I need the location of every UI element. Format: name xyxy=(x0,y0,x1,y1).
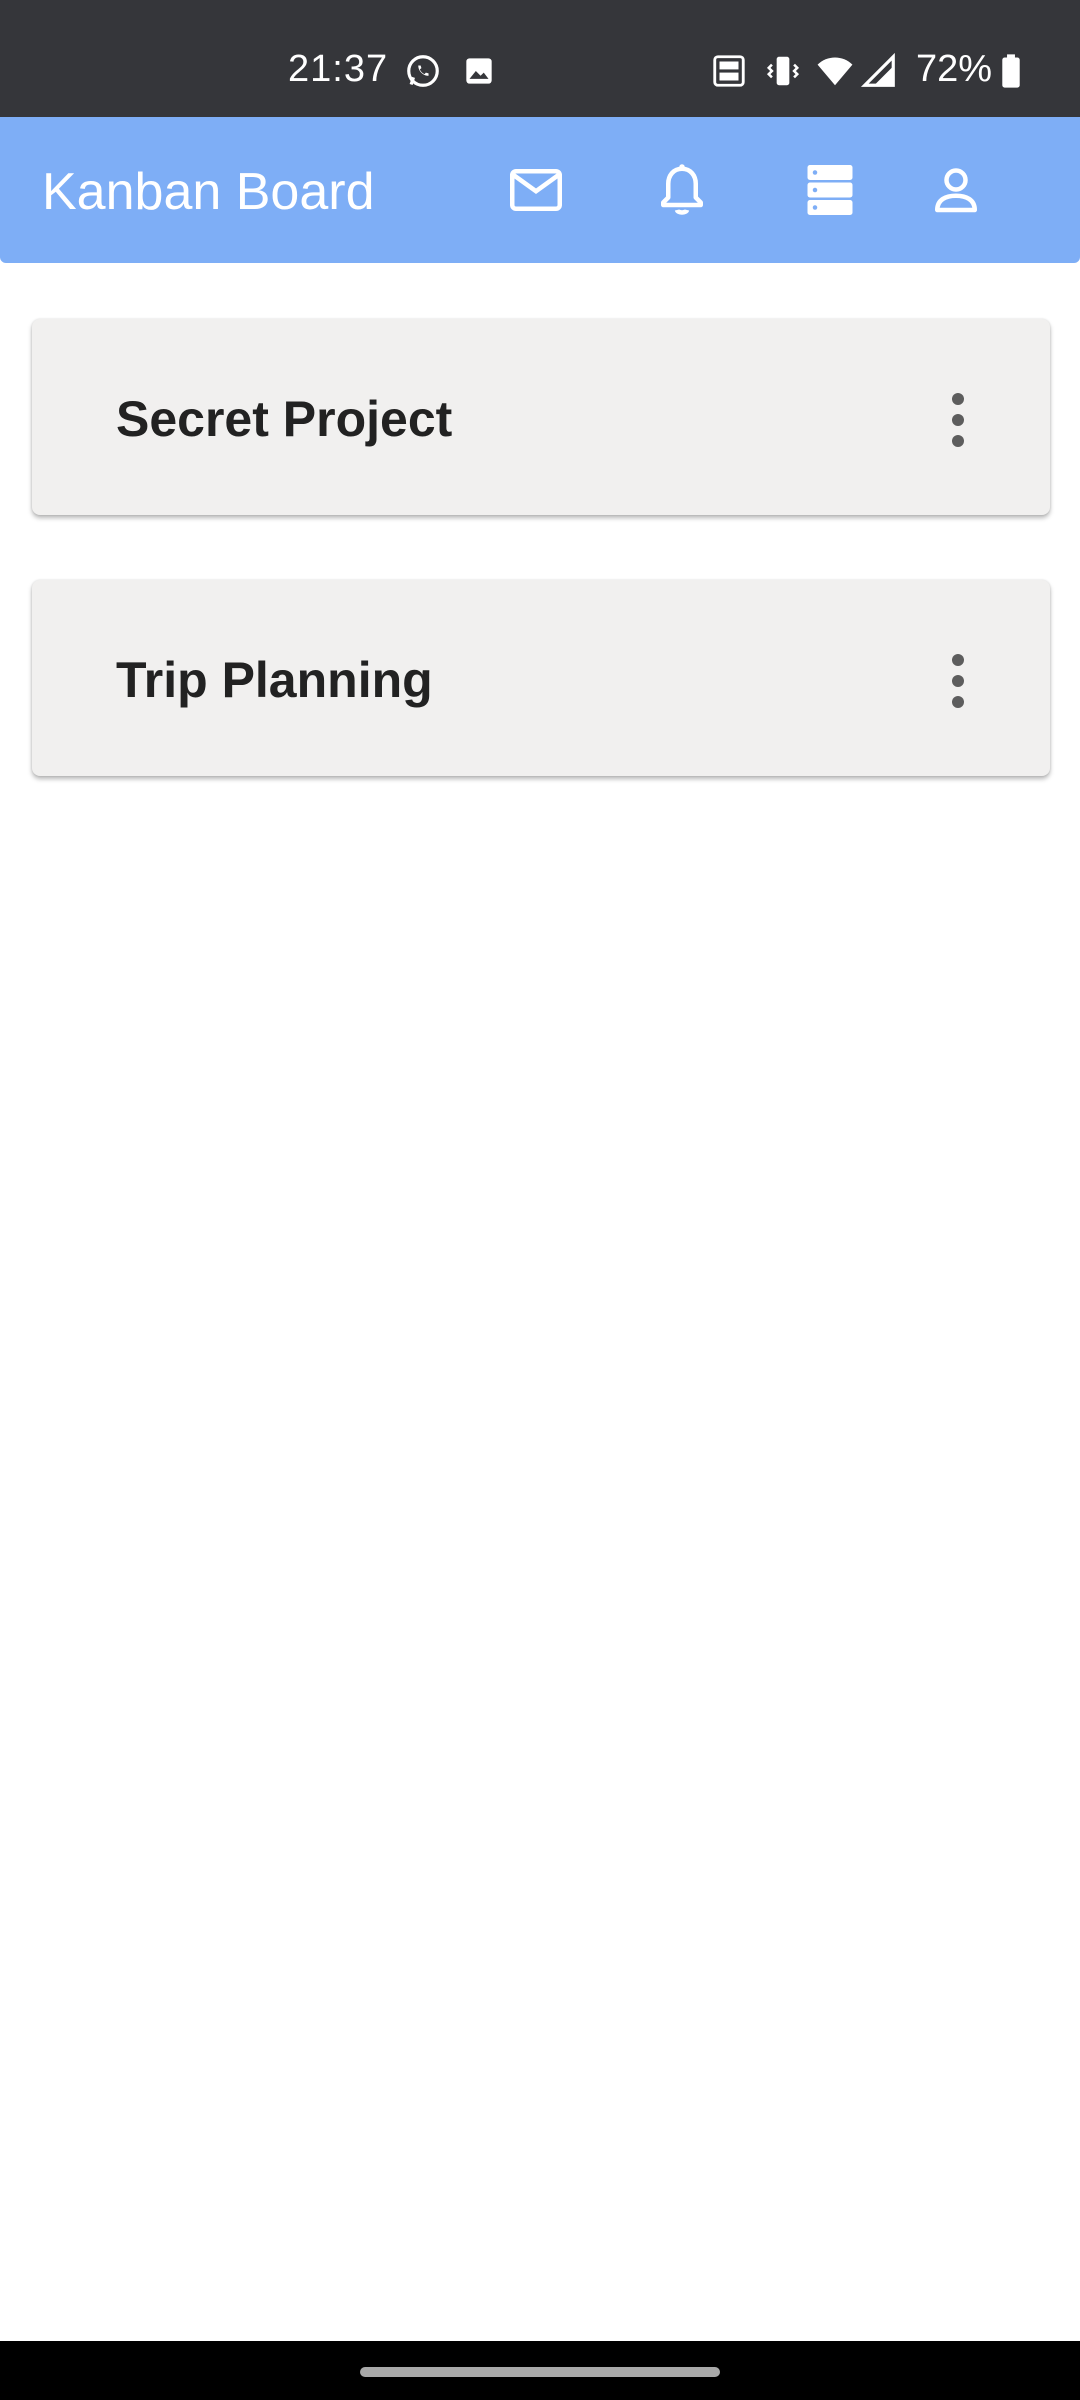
cell-signal-icon xyxy=(860,52,898,90)
more-options-icon[interactable] xyxy=(946,393,970,447)
app-bar: Kanban Board xyxy=(0,117,1080,263)
mail-button[interactable] xyxy=(496,150,576,230)
more-options-icon[interactable] xyxy=(946,654,970,708)
screen: 21:37 72% Kanban Board Secret Project Tr… xyxy=(0,0,1080,2400)
board-title: Trip Planning xyxy=(116,652,433,708)
notifications-button[interactable] xyxy=(642,150,722,230)
mail-icon xyxy=(510,169,562,211)
account-icon xyxy=(935,168,977,213)
battery-icon xyxy=(992,52,1030,90)
whatsapp-icon xyxy=(404,52,442,90)
app-title: Kanban Board xyxy=(42,163,375,221)
navigation-bar xyxy=(0,2341,1080,2400)
board-title: Secret Project xyxy=(116,391,453,447)
board-card-secret-project[interactable]: Secret Project xyxy=(32,319,1050,515)
home-gesture-handle[interactable] xyxy=(360,2367,720,2377)
wifi-icon xyxy=(816,52,854,90)
server-icon xyxy=(807,165,853,215)
server-button[interactable] xyxy=(790,150,870,230)
vibrate-icon xyxy=(764,52,802,90)
bell-icon xyxy=(661,164,703,215)
status-time: 21:37 xyxy=(288,48,389,90)
board-card-trip-planning[interactable]: Trip Planning xyxy=(32,580,1050,776)
image-icon xyxy=(460,52,498,90)
status-bar: 21:37 72% xyxy=(0,0,1080,117)
account-button[interactable] xyxy=(916,150,996,230)
battery-percent: 72% xyxy=(916,48,993,90)
volte-icon xyxy=(710,52,748,90)
